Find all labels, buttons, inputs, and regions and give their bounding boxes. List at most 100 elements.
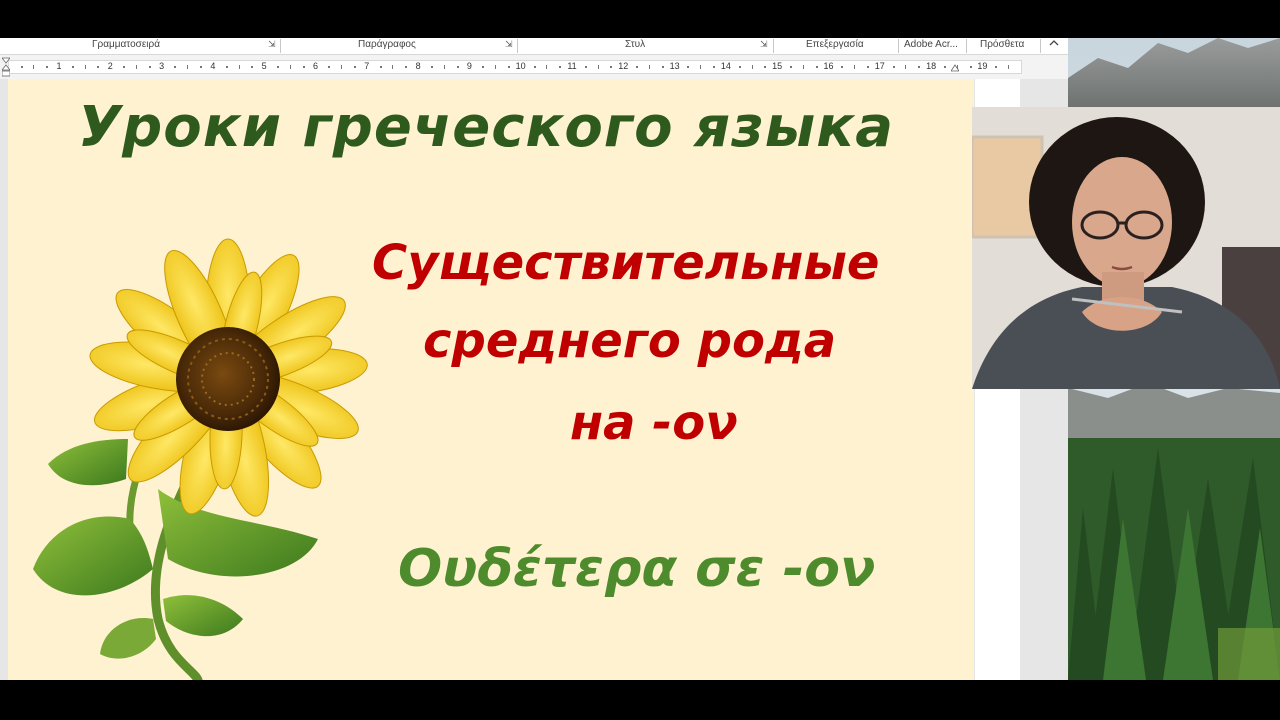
ribbon-separator <box>966 39 967 53</box>
ruler-label: 3 <box>159 61 165 71</box>
ruler-tick <box>251 66 254 68</box>
ruler-tick <box>443 65 445 69</box>
styles-dialog-launcher-icon[interactable]: ⇲ <box>760 40 769 49</box>
ruler-tick <box>430 66 433 68</box>
greek-subtitle: Ουδέτερα σε -ον <box>398 539 876 599</box>
ruler-tick <box>790 66 793 68</box>
ruler-label: 18 <box>926 61 937 71</box>
ruler-tick <box>584 66 587 68</box>
ruler-tick <box>135 65 137 69</box>
ruler-tick <box>225 66 228 68</box>
ruler-tick <box>597 65 599 69</box>
ruler-tick <box>456 66 459 68</box>
ruler-tick <box>123 66 126 68</box>
ruler-tick <box>341 65 343 69</box>
ruler-tick <box>661 66 664 68</box>
ribbon-group-font-label: Γραμματοσειρά <box>92 39 160 50</box>
ruler-tick <box>648 65 650 69</box>
ruler-tick <box>802 65 804 69</box>
ruler-label: 12 <box>618 61 629 71</box>
ruler-label: 4 <box>210 61 216 71</box>
ruler-tick <box>892 66 895 68</box>
ruler-label: 11 <box>567 61 577 71</box>
ruler-tick <box>20 66 23 68</box>
subtitle-line-1: Существительные <box>372 235 880 291</box>
ruler-label: 16 <box>823 61 834 71</box>
ruler-tick <box>1008 65 1010 69</box>
ruler-tick <box>905 65 907 69</box>
ribbon-separator <box>517 39 518 53</box>
ruler-tick <box>277 66 280 68</box>
ribbon-separator <box>773 39 774 53</box>
ruler-label: 15 <box>772 61 783 71</box>
ruler-label: 8 <box>415 61 421 71</box>
ruler-tick <box>995 66 998 68</box>
ruler-label: 7 <box>364 61 370 71</box>
ruler-tick <box>482 66 485 68</box>
ruler-tick <box>507 66 510 68</box>
ruler-tick <box>187 65 189 69</box>
subtitle-line-2: среднего рода <box>423 313 837 369</box>
ruler-tick <box>738 66 741 68</box>
ruler-tick <box>84 65 86 69</box>
ruler-tick <box>969 66 972 68</box>
ruler-tick <box>289 65 291 69</box>
ruler-tick <box>46 66 49 68</box>
chevron-up-icon <box>1049 40 1059 46</box>
ruler-tick <box>943 66 946 68</box>
ribbon-group-adobe-label: Adobe Acr... <box>904 39 958 50</box>
subtitle-line-3: на -ον <box>570 395 738 451</box>
font-dialog-launcher-icon[interactable]: ⇲ <box>268 40 277 49</box>
ruler-label: 13 <box>669 61 680 71</box>
ribbon-group-paragraph-label: Παράγραφος <box>358 39 416 50</box>
ruler-tick <box>200 66 203 68</box>
ruler-label: 1 <box>56 61 62 71</box>
ruler-tick <box>751 65 753 69</box>
ruler-label: 5 <box>261 61 267 71</box>
ruler-tick <box>559 66 562 68</box>
ruler-label: 6 <box>312 61 319 71</box>
ribbon-separator <box>1040 39 1041 53</box>
ruler-label: 9 <box>466 61 472 71</box>
ruler-tick <box>33 65 35 69</box>
ruler-tick <box>328 66 331 68</box>
ruler-tick <box>764 66 767 68</box>
ruler-tick <box>174 66 177 68</box>
ruler-tick <box>636 66 639 68</box>
ruler-tick <box>238 65 240 69</box>
ruler-tick <box>405 66 408 68</box>
ruler-label: 10 <box>515 61 526 71</box>
ruler-tick <box>546 65 548 69</box>
ribbon-group-styles-label: Στυλ <box>625 39 646 50</box>
presenter-webcam-view <box>972 107 1280 389</box>
ruler-tick <box>841 66 844 68</box>
paragraph-dialog-launcher-icon[interactable]: ⇲ <box>505 40 514 49</box>
ruler-label: 17 <box>874 61 885 71</box>
ruler-label: 14 <box>720 61 731 71</box>
ruler-tick <box>533 66 536 68</box>
ruler-tick <box>700 65 702 69</box>
ruler-tick <box>392 65 394 69</box>
ruler-tick <box>687 66 690 68</box>
ruler-tick <box>610 66 613 68</box>
ruler-tick <box>495 65 497 69</box>
ruler-tick <box>97 66 100 68</box>
lesson-title: Уроки греческого языка <box>78 95 895 160</box>
left-indent-marker-icon[interactable] <box>2 56 10 78</box>
ruler-label: 19 <box>977 61 988 71</box>
ribbon-group-bar: Γραμματοσειρά ⇲ Παράγραφος ⇲ Στυλ ⇲ Επεξ… <box>0 38 1068 55</box>
horizontal-ruler[interactable]: 1 2 3 4 5 6 7 8 9 10 11 12 13 14 15 16 17 18 19 <box>8 60 1022 74</box>
ribbon-group-addins-label: Πρόσθετα <box>980 39 1025 50</box>
title-slide: Уроки греческого языка Существительные с… <box>8 79 974 680</box>
ruler-tick <box>866 66 869 68</box>
right-indent-marker-icon[interactable] <box>951 62 959 72</box>
horizontal-ruler-area: 1 2 3 4 5 6 7 8 9 10 11 12 13 14 15 16 17 18 19 <box>0 55 1068 79</box>
collapse-ribbon-button[interactable] <box>1046 38 1062 53</box>
ruler-tick <box>815 66 818 68</box>
ribbon-group-editing-label: Επεξεργασία <box>806 39 864 50</box>
ruler-tick <box>71 66 74 68</box>
ruler-tick <box>854 65 856 69</box>
ruler-label: 2 <box>107 61 113 71</box>
ruler-tick <box>918 66 921 68</box>
ribbon-separator <box>898 39 899 53</box>
